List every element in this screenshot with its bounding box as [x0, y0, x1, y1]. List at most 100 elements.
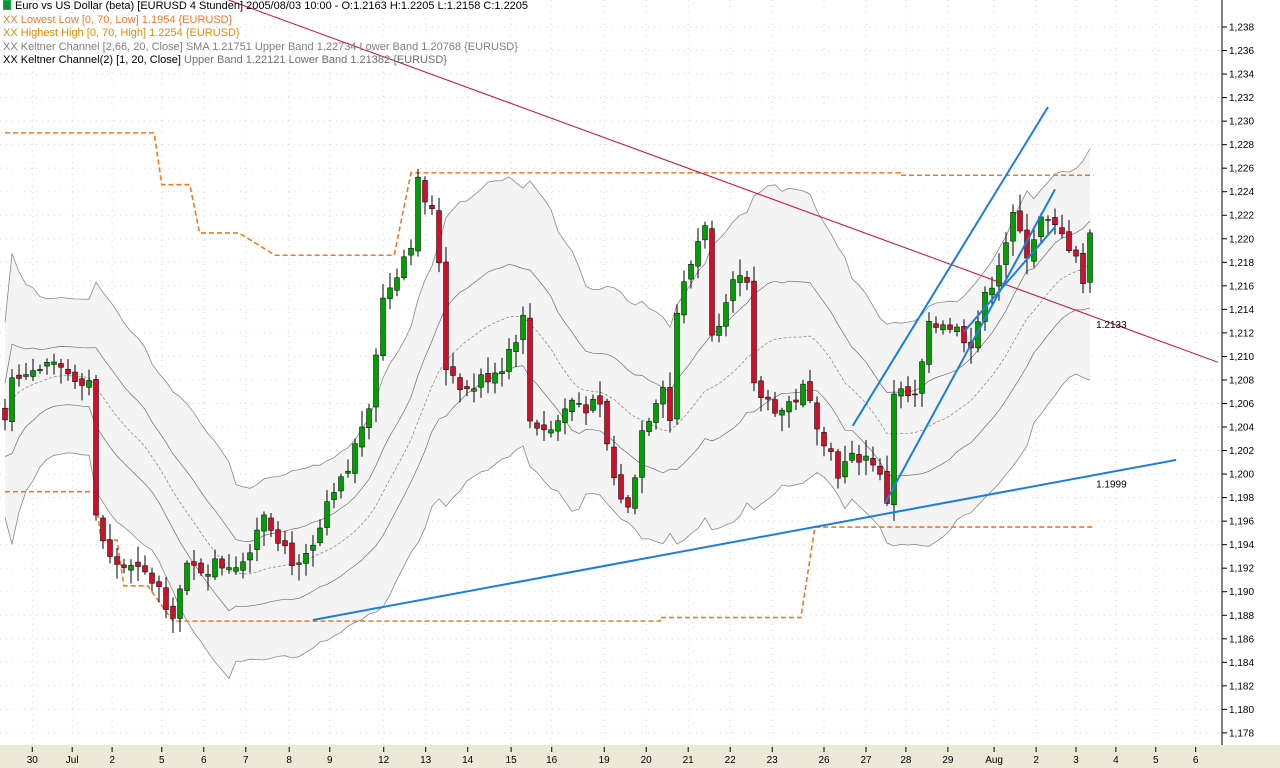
- legend-keltner[interactable]: XX Keltner Channel [2,66, 20, Close] SMA…: [3, 41, 528, 55]
- candle-body: [177, 588, 183, 619]
- candle-body: [268, 517, 274, 531]
- candle-body: [933, 323, 939, 328]
- candle-body: [730, 279, 736, 301]
- candle-body: [611, 446, 617, 479]
- candle-body: [51, 361, 57, 365]
- candle-body: [471, 388, 477, 392]
- candle-body: [618, 474, 624, 500]
- candle-body: [940, 324, 946, 331]
- candle-body: [331, 492, 337, 500]
- candle-body: [142, 565, 148, 573]
- candle-body: [842, 461, 848, 478]
- y-tick-label: 1,198: [1229, 493, 1254, 504]
- candle-body: [849, 452, 855, 461]
- x-tick-label: 5: [1153, 755, 1159, 766]
- candle-body: [632, 477, 638, 509]
- candle-body: [527, 317, 533, 422]
- candle-body: [898, 388, 904, 397]
- candle-body: [317, 527, 323, 544]
- candle-body: [1073, 249, 1079, 257]
- candle-body: [324, 501, 330, 528]
- candle-body: [660, 387, 666, 405]
- y-tick-label: 1,222: [1229, 211, 1254, 222]
- candle-body: [338, 476, 344, 492]
- candle-body: [919, 361, 925, 394]
- y-tick-label: 1,232: [1229, 93, 1254, 104]
- candle-body: [681, 281, 687, 316]
- x-tick-label: 22: [725, 755, 737, 766]
- candle-body: [548, 429, 554, 434]
- red-resistance-label: 1.2133: [1096, 320, 1127, 331]
- legend-highest-high[interactable]: XX Highest High [0, 70, High] 1.2254 {EU…: [3, 27, 528, 41]
- candle-body: [275, 529, 281, 544]
- y-tick-label: 1,236: [1229, 46, 1254, 57]
- y-tick-label: 1,188: [1229, 611, 1254, 622]
- candle-body: [562, 408, 568, 423]
- candle-body: [646, 421, 652, 432]
- candle-body: [478, 374, 484, 388]
- candle-body: [86, 380, 92, 388]
- candle-body: [688, 263, 694, 280]
- candle-body: [835, 451, 841, 479]
- candle-body: [737, 275, 743, 283]
- candle-body: [625, 497, 631, 508]
- legend-title-row[interactable]: Euro vs US Dollar (beta) [EURUSD 4 Stund…: [3, 0, 528, 14]
- candle-body: [198, 562, 204, 574]
- candle-body: [387, 287, 393, 299]
- candle-body: [184, 562, 190, 591]
- price-chart: 1.21331.1999 1,1781,1801,1821,1841,1861,…: [0, 0, 1280, 768]
- blue-support-label: 1.1999: [1096, 480, 1127, 491]
- x-tick-label: 16: [546, 755, 558, 766]
- candle-body: [233, 567, 239, 572]
- candle-body: [79, 378, 85, 386]
- candle-body: [541, 424, 547, 431]
- candle-body: [520, 314, 526, 340]
- y-tick-label: 1,184: [1229, 658, 1254, 669]
- candle-body: [121, 564, 127, 568]
- x-tick-label: Aug: [985, 755, 1003, 766]
- legend-keltner2[interactable]: XX Keltner Channel(2) [1, 20, Close] Upp…: [3, 54, 528, 68]
- candle-body: [289, 542, 295, 566]
- candle-body: [597, 395, 603, 405]
- y-tick-label: 1,200: [1229, 470, 1254, 481]
- candle-body: [2, 407, 8, 421]
- candle-body: [415, 176, 421, 252]
- candle-body: [877, 465, 883, 475]
- candle-body: [310, 544, 316, 551]
- candle-body: [436, 210, 442, 264]
- y-tick-label: 1,186: [1229, 634, 1254, 645]
- candle-body: [380, 297, 386, 356]
- candle-body: [639, 430, 645, 478]
- x-tick-label: 13: [420, 755, 432, 766]
- candle-body: [947, 324, 953, 330]
- candle-body: [751, 280, 757, 384]
- legend-lowest-low[interactable]: XX Lowest Low [0, 70, Low] 1.1954 {EURUS…: [3, 14, 528, 28]
- candle-body: [394, 277, 400, 291]
- x-tick-label: 4: [1113, 755, 1119, 766]
- y-tick-label: 1,234: [1229, 70, 1254, 81]
- y-tick-label: 1,238: [1229, 23, 1254, 34]
- candle-body: [352, 443, 358, 474]
- candle-body: [72, 371, 78, 383]
- candle-body: [772, 399, 778, 414]
- candle-body: [800, 383, 806, 406]
- candle-body: [695, 241, 701, 267]
- candle-body: [576, 403, 582, 405]
- candle-body: [492, 372, 498, 384]
- y-tick-label: 1,180: [1229, 705, 1254, 716]
- x-tick-label: 23: [767, 755, 779, 766]
- x-tick-label: 19: [599, 755, 611, 766]
- candle-body: [247, 552, 253, 561]
- legend-keltner2-values: Upper Band 1.22121 Lower Band 1.21382 {E…: [180, 54, 447, 66]
- candle-body: [191, 561, 197, 566]
- legend: Euro vs US Dollar (beta) [EURUSD 4 Stund…: [3, 0, 528, 68]
- y-tick-label: 1,196: [1229, 517, 1254, 528]
- candle-body: [282, 540, 288, 547]
- candle-body: [296, 562, 302, 565]
- candle-body: [793, 399, 799, 403]
- candle-body: [240, 561, 246, 571]
- x-tick-label: 21: [683, 755, 695, 766]
- x-tick-label: 28: [900, 755, 912, 766]
- candle-body: [702, 225, 708, 241]
- candle-body: [429, 205, 435, 209]
